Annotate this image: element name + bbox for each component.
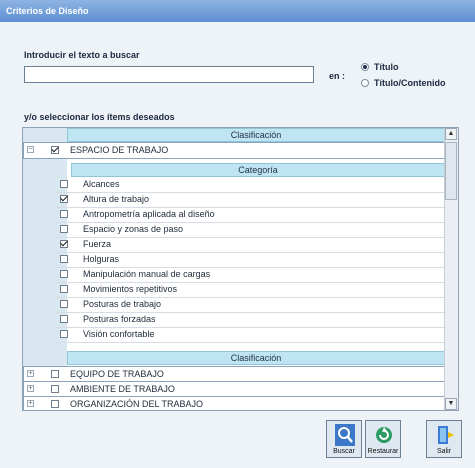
classification-header: Clasificación: [67, 128, 445, 142]
list-item[interactable]: Holguras: [54, 252, 445, 268]
search-icon: [335, 424, 355, 446]
item-label: Movimientos repetitivos: [83, 284, 178, 294]
item-label: Fuerza: [83, 239, 112, 249]
window-title: Criterios de Diseño: [0, 0, 475, 22]
restore-icon: [376, 427, 392, 443]
item-label: Holguras: [83, 254, 120, 264]
checkbox-icon[interactable]: [60, 210, 68, 218]
checkbox-icon[interactable]: [60, 225, 68, 233]
list-item[interactable]: Movimientos repetitivos: [54, 282, 445, 298]
list-item[interactable]: Manipulación manual de cargas: [54, 267, 445, 283]
category-header: Categoría: [71, 163, 445, 177]
restaurar-label: Restaurar: [367, 448, 399, 455]
list-item[interactable]: Espacio y zonas de paso: [54, 222, 445, 238]
checkbox-icon[interactable]: [60, 315, 68, 323]
list-item[interactable]: Altura de trabajo: [54, 192, 445, 208]
tree-row-organizacion[interactable]: + ORGANIZACIÓN DEL TRABAJO: [23, 396, 447, 410]
group-label: ORGANIZACIÓN DEL TRABAJO: [70, 399, 204, 409]
list-item[interactable]: Antropometría aplicada al diseño: [54, 207, 445, 223]
list-item[interactable]: Posturas forzadas: [54, 312, 445, 328]
list-item[interactable]: Posturas de trabajo: [54, 297, 445, 313]
group-label: AMBIENTE DE TRABAJO: [70, 384, 175, 394]
select-items-label: y/o seleccionar los ítems deseados: [24, 112, 175, 122]
checkbox-icon[interactable]: [60, 330, 68, 338]
radio-selected-icon: [361, 63, 369, 71]
search-input[interactable]: [24, 66, 314, 83]
expand-icon[interactable]: +: [27, 385, 34, 392]
item-label: Espacio y zonas de paso: [83, 224, 184, 234]
restaurar-button[interactable]: Restaurar: [365, 420, 401, 458]
scroll-up-icon[interactable]: ▲: [445, 128, 457, 140]
expand-icon[interactable]: +: [27, 400, 34, 407]
checkbox-icon[interactable]: [51, 370, 59, 378]
checkbox-icon[interactable]: [60, 180, 68, 188]
exit-icon: [438, 426, 454, 444]
checkbox-icon[interactable]: [60, 285, 68, 293]
checkbox-icon[interactable]: [51, 400, 59, 408]
classification-header-2: Clasificación: [67, 351, 445, 365]
item-label: Manipulación manual de cargas: [83, 269, 211, 279]
vertical-scrollbar[interactable]: ▲ ▼: [444, 128, 458, 410]
radio-titulo[interactable]: Título: [361, 62, 399, 72]
item-label: Visión confortable: [83, 329, 155, 339]
item-label: Antropometría aplicada al diseño: [83, 209, 215, 219]
buscar-button[interactable]: Buscar: [326, 420, 362, 458]
radio-titulo-contenido[interactable]: Título/Contenido: [361, 78, 445, 88]
en-label: en :: [329, 71, 346, 81]
search-label: Introducir el texto a buscar: [24, 50, 140, 60]
scroll-thumb[interactable]: [445, 142, 457, 200]
buscar-label: Buscar: [333, 448, 355, 455]
expand-icon[interactable]: +: [27, 370, 34, 377]
radio-titulo-label: Título: [374, 62, 399, 72]
criteria-window: Criterios de Diseño Introducir el texto …: [0, 0, 475, 468]
item-label: Posturas forzadas: [83, 314, 156, 324]
list-item[interactable]: Visión confortable: [54, 327, 445, 343]
tree-row-espacio[interactable]: − ESPACIO DE TRABAJO: [23, 142, 447, 159]
criteria-tree[interactable]: Clasificación − ESPACIO DE TRABAJO Categ…: [22, 127, 459, 411]
group-label: ESPACIO DE TRABAJO: [70, 145, 169, 155]
item-label: Altura de trabajo: [83, 194, 150, 204]
group-label: EQUIPO DE TRABAJO: [70, 369, 164, 379]
salir-label: Salir: [436, 448, 451, 455]
collapse-icon[interactable]: −: [27, 146, 34, 153]
checkbox-icon[interactable]: [60, 255, 68, 263]
checkbox-checked-icon[interactable]: [60, 195, 68, 203]
list-item[interactable]: Alcances: [54, 177, 445, 193]
salir-button[interactable]: Salir: [426, 420, 462, 458]
list-item[interactable]: Fuerza: [54, 237, 445, 253]
radio-unselected-icon: [361, 79, 369, 87]
item-label: Posturas de trabajo: [83, 299, 162, 309]
scroll-down-icon[interactable]: ▼: [445, 398, 457, 410]
radio-titulo-contenido-label: Título/Contenido: [374, 78, 446, 88]
item-label: Alcances: [83, 179, 120, 189]
checkbox-icon[interactable]: [60, 270, 68, 278]
checkbox-checked-icon[interactable]: [51, 146, 59, 154]
checkbox-icon[interactable]: [51, 385, 59, 393]
checkbox-checked-icon[interactable]: [60, 240, 68, 248]
checkbox-icon[interactable]: [60, 300, 68, 308]
